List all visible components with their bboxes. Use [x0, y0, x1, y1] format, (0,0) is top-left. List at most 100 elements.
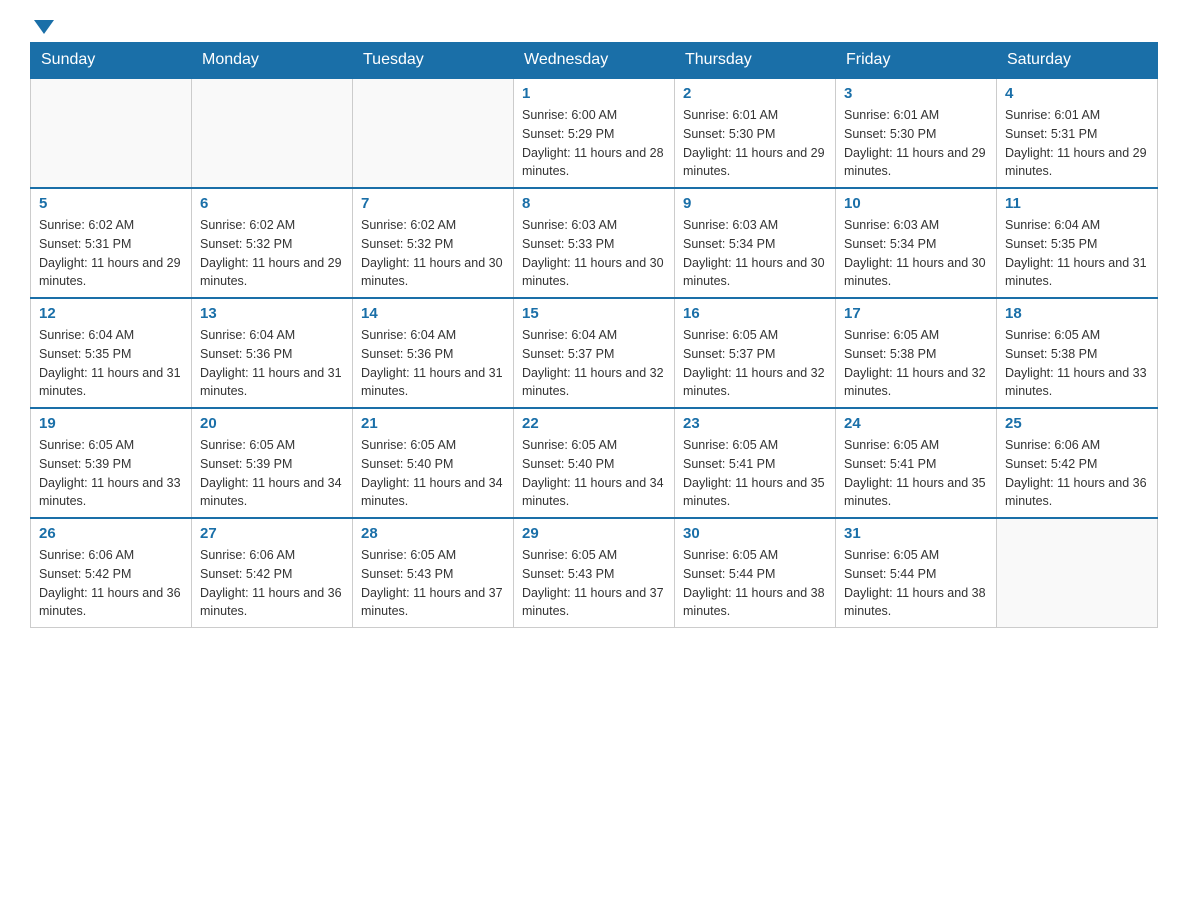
- day-info: Sunrise: 6:06 AMSunset: 5:42 PMDaylight:…: [200, 546, 344, 621]
- day-info: Sunrise: 6:06 AMSunset: 5:42 PMDaylight:…: [1005, 436, 1149, 511]
- day-number: 25: [1005, 415, 1149, 432]
- day-info: Sunrise: 6:05 AMSunset: 5:41 PMDaylight:…: [683, 436, 827, 511]
- calendar-cell: 18 Sunrise: 6:05 AMSunset: 5:38 PMDayligh…: [997, 298, 1158, 408]
- day-number: 11: [1005, 195, 1149, 212]
- calendar-cell: 8 Sunrise: 6:03 AMSunset: 5:33 PMDaylight…: [514, 188, 675, 298]
- calendar-cell: 5 Sunrise: 6:02 AMSunset: 5:31 PMDaylight…: [31, 188, 192, 298]
- day-info: Sunrise: 6:04 AMSunset: 5:35 PMDaylight:…: [39, 326, 183, 401]
- day-info: Sunrise: 6:05 AMSunset: 5:43 PMDaylight:…: [361, 546, 505, 621]
- week-row-2: 5 Sunrise: 6:02 AMSunset: 5:31 PMDaylight…: [31, 188, 1158, 298]
- calendar-cell: 9 Sunrise: 6:03 AMSunset: 5:34 PMDaylight…: [675, 188, 836, 298]
- day-info: Sunrise: 6:05 AMSunset: 5:43 PMDaylight:…: [522, 546, 666, 621]
- week-row-3: 12 Sunrise: 6:04 AMSunset: 5:35 PMDayligh…: [31, 298, 1158, 408]
- column-header-sunday: Sunday: [31, 43, 192, 79]
- logo-arrow-icon: [34, 20, 54, 34]
- calendar-cell: 14 Sunrise: 6:04 AMSunset: 5:36 PMDayligh…: [353, 298, 514, 408]
- calendar-cell: 23 Sunrise: 6:05 AMSunset: 5:41 PMDayligh…: [675, 408, 836, 518]
- calendar-cell: 27 Sunrise: 6:06 AMSunset: 5:42 PMDayligh…: [192, 518, 353, 628]
- day-number: 12: [39, 305, 183, 322]
- day-info: Sunrise: 6:03 AMSunset: 5:34 PMDaylight:…: [683, 216, 827, 291]
- day-number: 15: [522, 305, 666, 322]
- day-number: 18: [1005, 305, 1149, 322]
- week-row-5: 26 Sunrise: 6:06 AMSunset: 5:42 PMDayligh…: [31, 518, 1158, 628]
- calendar-cell: 19 Sunrise: 6:05 AMSunset: 5:39 PMDayligh…: [31, 408, 192, 518]
- day-number: 17: [844, 305, 988, 322]
- day-info: Sunrise: 6:04 AMSunset: 5:36 PMDaylight:…: [200, 326, 344, 401]
- calendar-cell: 10Sunrise: 6:03 AMSunset: 5:34 PMDayligh…: [836, 188, 997, 298]
- day-info: Sunrise: 6:02 AMSunset: 5:32 PMDaylight:…: [200, 216, 344, 291]
- day-number: 23: [683, 415, 827, 432]
- day-info: Sunrise: 6:05 AMSunset: 5:39 PMDaylight:…: [200, 436, 344, 511]
- day-number: 16: [683, 305, 827, 322]
- calendar-header-row: SundayMondayTuesdayWednesdayThursdayFrid…: [31, 43, 1158, 79]
- column-header-friday: Friday: [836, 43, 997, 79]
- day-number: 20: [200, 415, 344, 432]
- day-info: Sunrise: 6:01 AMSunset: 5:31 PMDaylight:…: [1005, 106, 1149, 181]
- calendar-cell: 15 Sunrise: 6:04 AMSunset: 5:37 PMDayligh…: [514, 298, 675, 408]
- day-number: 26: [39, 525, 183, 542]
- day-info: Sunrise: 6:04 AMSunset: 5:35 PMDaylight:…: [1005, 216, 1149, 291]
- calendar-cell: 30 Sunrise: 6:05 AMSunset: 5:44 PMDayligh…: [675, 518, 836, 628]
- day-info: Sunrise: 6:04 AMSunset: 5:36 PMDaylight:…: [361, 326, 505, 401]
- calendar-cell: 28 Sunrise: 6:05 AMSunset: 5:43 PMDayligh…: [353, 518, 514, 628]
- day-info: Sunrise: 6:05 AMSunset: 5:38 PMDaylight:…: [844, 326, 988, 401]
- calendar-cell: 16 Sunrise: 6:05 AMSunset: 5:37 PMDayligh…: [675, 298, 836, 408]
- calendar-cell: 6 Sunrise: 6:02 AMSunset: 5:32 PMDaylight…: [192, 188, 353, 298]
- day-info: Sunrise: 6:05 AMSunset: 5:40 PMDaylight:…: [522, 436, 666, 511]
- day-number: 27: [200, 525, 344, 542]
- day-info: Sunrise: 6:06 AMSunset: 5:42 PMDaylight:…: [39, 546, 183, 621]
- calendar-table: SundayMondayTuesdayWednesdayThursdayFrid…: [30, 42, 1158, 628]
- calendar-cell: 17 Sunrise: 6:05 AMSunset: 5:38 PMDayligh…: [836, 298, 997, 408]
- day-number: 5: [39, 195, 183, 212]
- column-header-wednesday: Wednesday: [514, 43, 675, 79]
- day-number: 6: [200, 195, 344, 212]
- day-info: Sunrise: 6:05 AMSunset: 5:39 PMDaylight:…: [39, 436, 183, 511]
- day-number: 24: [844, 415, 988, 432]
- day-info: Sunrise: 6:04 AMSunset: 5:37 PMDaylight:…: [522, 326, 666, 401]
- column-header-monday: Monday: [192, 43, 353, 79]
- calendar-cell: [353, 78, 514, 188]
- day-number: 9: [683, 195, 827, 212]
- column-header-thursday: Thursday: [675, 43, 836, 79]
- day-number: 10: [844, 195, 988, 212]
- day-info: Sunrise: 6:05 AMSunset: 5:41 PMDaylight:…: [844, 436, 988, 511]
- day-info: Sunrise: 6:05 AMSunset: 5:40 PMDaylight:…: [361, 436, 505, 511]
- day-number: 30: [683, 525, 827, 542]
- calendar-cell: 29 Sunrise: 6:05 AMSunset: 5:43 PMDayligh…: [514, 518, 675, 628]
- day-number: 8: [522, 195, 666, 212]
- day-info: Sunrise: 6:02 AMSunset: 5:31 PMDaylight:…: [39, 216, 183, 291]
- calendar-cell: 7Sunrise: 6:02 AMSunset: 5:32 PMDaylight…: [353, 188, 514, 298]
- week-row-4: 19 Sunrise: 6:05 AMSunset: 5:39 PMDayligh…: [31, 408, 1158, 518]
- calendar-cell: 3Sunrise: 6:01 AMSunset: 5:30 PMDaylight…: [836, 78, 997, 188]
- day-number: 4: [1005, 85, 1149, 102]
- day-number: 29: [522, 525, 666, 542]
- calendar-cell: 26 Sunrise: 6:06 AMSunset: 5:42 PMDayligh…: [31, 518, 192, 628]
- column-header-saturday: Saturday: [997, 43, 1158, 79]
- logo: [30, 20, 56, 32]
- day-number: 28: [361, 525, 505, 542]
- week-row-1: 1Sunrise: 6:00 AMSunset: 5:29 PMDaylight…: [31, 78, 1158, 188]
- column-header-tuesday: Tuesday: [353, 43, 514, 79]
- calendar-cell: [192, 78, 353, 188]
- day-number: 21: [361, 415, 505, 432]
- calendar-cell: 24 Sunrise: 6:05 AMSunset: 5:41 PMDayligh…: [836, 408, 997, 518]
- day-info: Sunrise: 6:05 AMSunset: 5:44 PMDaylight:…: [844, 546, 988, 621]
- day-info: Sunrise: 6:00 AMSunset: 5:29 PMDaylight:…: [522, 106, 666, 181]
- day-number: 7: [361, 195, 505, 212]
- calendar-cell: 1Sunrise: 6:00 AMSunset: 5:29 PMDaylight…: [514, 78, 675, 188]
- day-info: Sunrise: 6:03 AMSunset: 5:33 PMDaylight:…: [522, 216, 666, 291]
- calendar-cell: 25 Sunrise: 6:06 AMSunset: 5:42 PMDayligh…: [997, 408, 1158, 518]
- calendar-cell: 4 Sunrise: 6:01 AMSunset: 5:31 PMDaylight…: [997, 78, 1158, 188]
- day-number: 2: [683, 85, 827, 102]
- page-header: [30, 20, 1158, 32]
- day-number: 13: [200, 305, 344, 322]
- calendar-cell: 22 Sunrise: 6:05 AMSunset: 5:40 PMDayligh…: [514, 408, 675, 518]
- day-info: Sunrise: 6:05 AMSunset: 5:44 PMDaylight:…: [683, 546, 827, 621]
- calendar-cell: 13 Sunrise: 6:04 AMSunset: 5:36 PMDayligh…: [192, 298, 353, 408]
- day-number: 22: [522, 415, 666, 432]
- day-info: Sunrise: 6:05 AMSunset: 5:38 PMDaylight:…: [1005, 326, 1149, 401]
- day-info: Sunrise: 6:01 AMSunset: 5:30 PMDaylight:…: [683, 106, 827, 181]
- day-number: 14: [361, 305, 505, 322]
- day-info: Sunrise: 6:05 AMSunset: 5:37 PMDaylight:…: [683, 326, 827, 401]
- day-number: 19: [39, 415, 183, 432]
